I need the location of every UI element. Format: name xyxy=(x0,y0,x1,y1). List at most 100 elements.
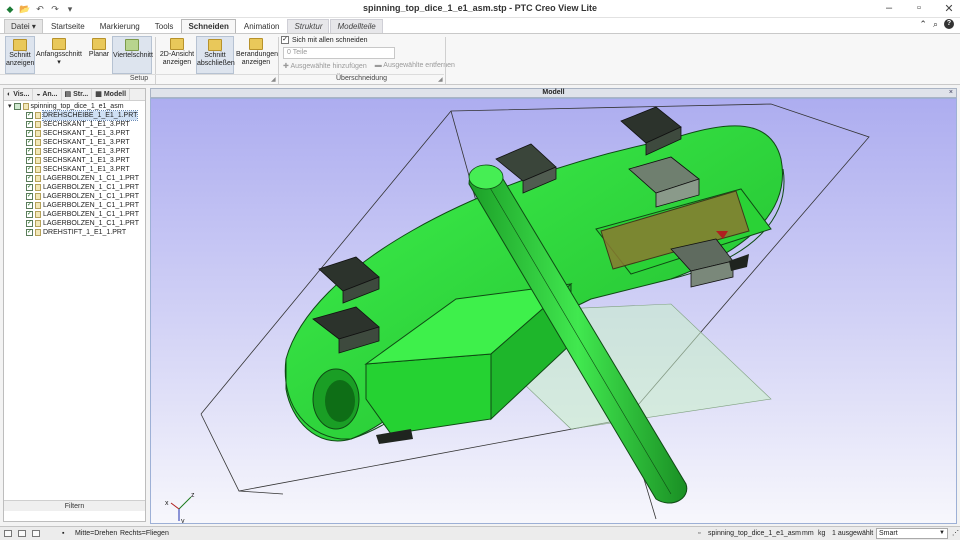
tree-item-label: SECHSKANT_1_E1_3.PRT xyxy=(43,130,130,137)
panel-tab-annotations[interactable]: ◒ An... xyxy=(33,89,62,100)
finish-section-icon xyxy=(208,39,222,51)
tab-schneiden[interactable]: Schneiden xyxy=(181,19,236,33)
tab-animation[interactable]: Animation xyxy=(237,19,287,33)
visibility-checkbox[interactable]: ✓ xyxy=(26,166,33,173)
window-title: spinning_top_dice_1_e1_asm.stp - PTC Cre… xyxy=(363,3,597,13)
tree-item[interactable]: ✓ SECHSKANT_1_E1_3.PRT xyxy=(4,156,145,165)
2d-view-icon xyxy=(170,38,184,50)
tree-root[interactable]: ▾ spinning_top_dice_1_e1_asm xyxy=(4,102,145,111)
visibility-checkbox[interactable]: ✓ xyxy=(26,184,33,191)
tab-modellteile[interactable]: Modellteile xyxy=(330,19,383,33)
tree-item[interactable]: ✓ DREHSCHEIBE_1_E1_1.PRT xyxy=(4,110,145,121)
layout-icon-1[interactable] xyxy=(4,530,12,537)
finish-section-button[interactable]: Schnitt abschließen xyxy=(196,36,235,74)
part-icon xyxy=(35,193,41,200)
tree-item[interactable]: ✓ SECHSKANT_1_E1_3.PRT xyxy=(4,165,145,174)
group-label-ueberschneidung: Überschneidung xyxy=(279,74,444,85)
tree-item-label: DREHSCHEIBE_1_E1_1.PRT xyxy=(41,110,139,121)
close-icon[interactable]: ✕ xyxy=(942,2,956,15)
tree-item[interactable]: ✓ LAGERBOLZEN_1_C1_1.PRT xyxy=(4,192,145,201)
setup-launcher-icon[interactable]: ◢ xyxy=(271,76,276,83)
help-icon[interactable]: ? xyxy=(944,19,954,29)
model-canvas[interactable]: z x y xyxy=(151,99,957,524)
add-selected-button[interactable]: ✚ Ausgewählte hinzufügen xyxy=(283,62,367,70)
structure-icon: ▤ xyxy=(64,91,72,98)
tree-item[interactable]: ✓ SECHSKANT_1_E1_3.PRT xyxy=(4,147,145,156)
tab-tools[interactable]: Tools xyxy=(148,19,181,33)
tree-item[interactable]: ✓ SECHSKANT_1_E1_3.PRT xyxy=(4,129,145,138)
tree-item[interactable]: ✓ LAGERBOLZEN_1_C1_1.PRT xyxy=(4,219,145,228)
visibility-checkbox[interactable]: ✓ xyxy=(26,202,33,209)
collapse-icon[interactable]: ▾ xyxy=(8,102,12,111)
visibility-checkbox[interactable]: ✓ xyxy=(26,157,33,164)
visibility-checkbox[interactable]: ✓ xyxy=(26,175,33,182)
show-2d-view-button[interactable]: 2D-Ansicht anzeigen xyxy=(158,36,196,74)
tab-struktur[interactable]: Struktur xyxy=(287,19,330,33)
3d-viewport[interactable]: z x y xyxy=(150,98,957,524)
title-bar: ◆ 📂 ↶ ↷ ▾ spinning_top_dice_1_e1_asm.stp… xyxy=(0,0,960,18)
part-icon xyxy=(35,175,41,182)
tree-item[interactable]: ✓ DREHSTIFT_1_E1_1.PRT xyxy=(4,228,145,237)
visibility-checkbox[interactable]: ✓ xyxy=(26,229,33,236)
planar-button[interactable]: Planar xyxy=(88,36,110,74)
parts-field[interactable]: 0 Teile xyxy=(283,47,395,59)
visibility-checkbox[interactable]: ✓ xyxy=(26,148,33,155)
visibility-checkbox[interactable]: ✓ xyxy=(26,121,33,128)
viewport-title: Modell xyxy=(542,89,565,96)
minimize-ribbon-icon[interactable]: ⌃ xyxy=(919,19,927,30)
selection-mode-select[interactable]: Smart ▼ xyxy=(876,528,948,539)
ribbon: Schnitt anzeigen Anfangsschnitt ▾ Planar … xyxy=(0,33,960,85)
show-boundaries-button[interactable]: Berandungen anzeigen xyxy=(236,36,278,74)
tree-item[interactable]: ✓ SECHSKANT_1_E1_3.PRT xyxy=(4,120,145,129)
remove-selected-button[interactable]: ▬ Ausgewählte entfernen xyxy=(375,62,455,70)
cut-all-checkbox[interactable]: ✓ Sich mit allen schneiden xyxy=(281,36,368,44)
status-selection: 1 ausgewählt xyxy=(832,530,874,537)
resize-grip-icon[interactable]: ⋰ xyxy=(952,527,959,540)
tree-item[interactable]: ✓ LAGERBOLZEN_1_C1_1.PRT xyxy=(4,210,145,219)
visibility-checkbox[interactable]: ✓ xyxy=(26,220,33,227)
show-section-button[interactable]: Schnitt anzeigen xyxy=(5,36,35,74)
filter-button[interactable]: Filtern xyxy=(4,500,145,511)
customize-icon[interactable]: ▾ xyxy=(64,3,76,15)
minimize-icon[interactable]: – xyxy=(882,2,896,15)
panel-tab-visibility[interactable]: ◐ Vis... xyxy=(4,89,34,100)
tab-startseite[interactable]: Startseite xyxy=(44,19,92,33)
tree-item-label: LAGERBOLZEN_1_C1_1.PRT xyxy=(43,193,139,200)
redo-icon[interactable]: ↷ xyxy=(49,3,61,15)
axis-label-y: y xyxy=(181,518,185,524)
tab-datei[interactable]: Datei ▾ xyxy=(4,19,43,33)
panel-tab-structure[interactable]: ▤ Str... xyxy=(62,89,93,100)
status-file-icon: ▫ xyxy=(698,530,701,537)
maximize-icon[interactable]: ▫ xyxy=(912,2,926,15)
intersection-launcher-icon[interactable]: ◢ xyxy=(438,76,443,83)
panel-tab-model[interactable]: ▦ Modell xyxy=(92,89,131,100)
part-icon xyxy=(35,148,41,155)
tree-item[interactable]: ✓ LAGERBOLZEN_1_C1_1.PRT xyxy=(4,201,145,210)
search-icon[interactable]: ⌕ xyxy=(933,19,938,30)
tree-item[interactable]: ✓ SECHSKANT_1_E1_3.PRT xyxy=(4,138,145,147)
open-icon[interactable]: 📂 xyxy=(19,3,31,15)
checkbox-partial-icon[interactable] xyxy=(13,103,21,110)
tree-item[interactable]: ✓ LAGERBOLZEN_1_C1_1.PRT xyxy=(4,174,145,183)
quarter-section-icon xyxy=(125,39,139,51)
tree-item[interactable]: ✓ LAGERBOLZEN_1_C1_1.PRT xyxy=(4,183,145,192)
visibility-checkbox[interactable]: ✓ xyxy=(26,112,33,119)
mouse-hint-left: Mitte=Drehen xyxy=(75,530,118,537)
layout-icon-2[interactable] xyxy=(18,530,26,537)
quarter-section-button[interactable]: Viertelschnitt xyxy=(112,36,153,74)
visibility-checkbox[interactable]: ✓ xyxy=(26,139,33,146)
undo-icon[interactable]: ↶ xyxy=(34,3,46,15)
axis-triad: z x y xyxy=(165,492,195,524)
mouse-hint-right: Rechts=Fliegen xyxy=(120,530,169,537)
planar-icon xyxy=(92,38,106,50)
tree-item-label: SECHSKANT_1_E1_3.PRT xyxy=(43,157,130,164)
viewport-close-icon[interactable]: × xyxy=(949,89,953,97)
layout-icon-3[interactable] xyxy=(32,530,40,537)
initial-section-button[interactable]: Anfangsschnitt ▾ xyxy=(36,36,82,74)
cut-block-front xyxy=(365,353,492,435)
visibility-checkbox[interactable]: ✓ xyxy=(26,130,33,137)
visibility-checkbox[interactable]: ✓ xyxy=(26,211,33,218)
tab-markierung[interactable]: Markierung xyxy=(93,19,147,33)
visibility-checkbox[interactable]: ✓ xyxy=(26,193,33,200)
tree-item-label: LAGERBOLZEN_1_C1_1.PRT xyxy=(43,184,139,191)
